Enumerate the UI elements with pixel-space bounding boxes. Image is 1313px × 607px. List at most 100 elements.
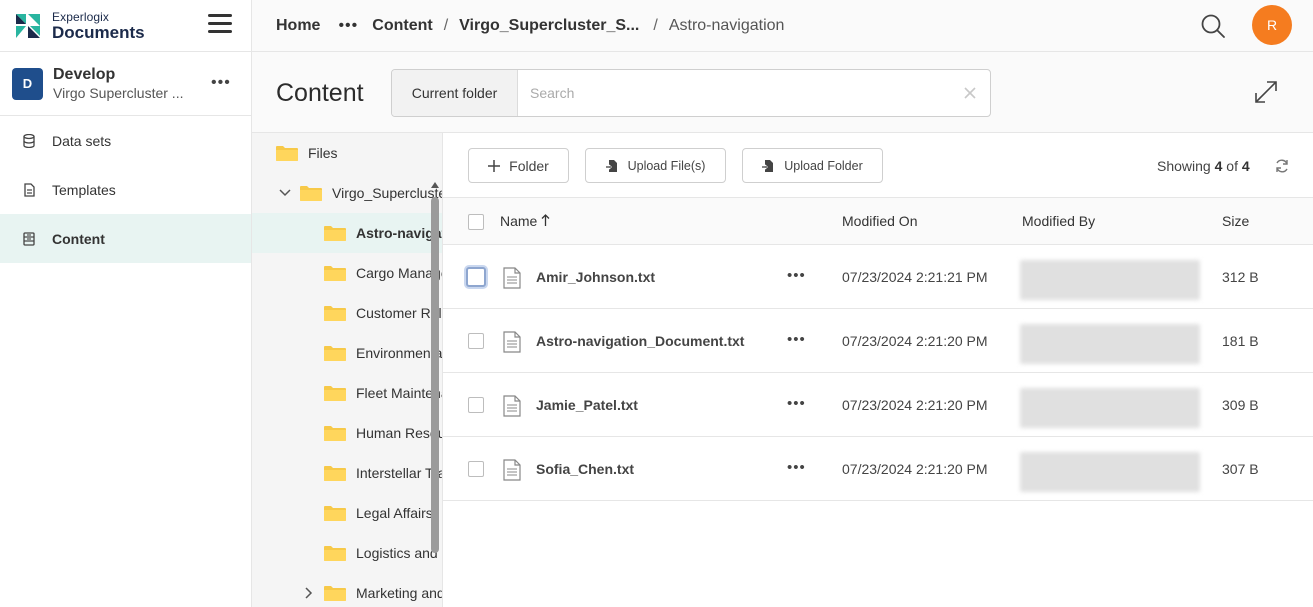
modified-on: 07/23/2024 2:21:20 PM — [842, 333, 988, 349]
expand-icon[interactable] — [1252, 78, 1280, 106]
row-checkbox[interactable] — [468, 461, 484, 477]
tree-label: Files — [308, 145, 338, 161]
tree-item-files[interactable]: Files — [252, 133, 442, 173]
text-file-icon — [503, 267, 521, 289]
breadcrumb-home[interactable]: Home — [276, 17, 320, 35]
nav-item-content[interactable]: Content — [0, 214, 251, 263]
refresh-icon[interactable] — [1274, 158, 1290, 174]
top-bar: Home ••• Content / Virgo_Supercluster_S.… — [252, 0, 1313, 52]
scroll-up-arrow-icon[interactable] — [431, 181, 439, 189]
tree-scrollbar-thumb[interactable] — [431, 197, 439, 553]
row-more-button[interactable]: ••• — [787, 267, 806, 284]
document-icon — [22, 182, 36, 198]
table-row[interactable]: Jamie_Patel.txt ••• 07/23/2024 2:21:20 P… — [443, 373, 1313, 437]
nav-label: Templates — [52, 181, 116, 198]
file-name[interactable]: Jamie_Patel.txt — [536, 397, 638, 413]
tree-label: Environmental Systems — [356, 345, 443, 361]
button-label: Folder — [509, 157, 549, 174]
folder-icon — [276, 146, 298, 161]
tree-item-fleet-maintenance[interactable]: Fleet Maintenance — [252, 373, 442, 413]
brand-line1: Experlogix — [52, 9, 110, 24]
breadcrumb-supercluster[interactable]: Virgo_Supercluster_S... — [459, 17, 639, 35]
modified-on: 07/23/2024 2:21:20 PM — [842, 397, 988, 413]
page-title: Content — [276, 79, 364, 107]
button-label: Upload Folder — [784, 158, 863, 173]
text-file-icon — [503, 331, 521, 353]
folder-icon — [300, 186, 322, 201]
tree-item-marketing[interactable]: Marketing and Sales — [252, 573, 442, 607]
user-avatar[interactable]: R — [1252, 5, 1292, 45]
sidebar: Experlogix Documents D Develop Virgo Sup… — [0, 0, 252, 607]
upload-files-button[interactable]: Upload File(s) — [585, 148, 726, 183]
file-name[interactable]: Sofia_Chen.txt — [536, 461, 634, 477]
project-switcher[interactable]: D Develop Virgo Supercluster ... ••• — [0, 52, 251, 116]
column-header-size[interactable]: Size — [1222, 213, 1249, 229]
breadcrumb-separator: / — [653, 16, 658, 34]
folder-icon — [324, 346, 346, 361]
project-subtitle: Virgo Supercluster ... — [53, 85, 184, 101]
chevron-down-icon[interactable] — [278, 186, 292, 200]
text-file-icon — [503, 459, 521, 481]
brand-line2: Documents — [52, 22, 145, 42]
column-header-modified-by[interactable]: Modified By — [1022, 213, 1095, 229]
folder-icon — [324, 426, 346, 441]
select-all-checkbox[interactable] — [468, 214, 484, 230]
tree-item-cargo-management[interactable]: Cargo Management — [252, 253, 442, 293]
tree-item-supercluster[interactable]: Virgo_Supercluster_Systems — [252, 173, 442, 213]
folder-icon — [324, 226, 346, 241]
column-header-name[interactable]: Name — [500, 213, 550, 229]
folder-icon — [324, 386, 346, 401]
table-row[interactable]: Sofia_Chen.txt ••• 07/23/2024 2:21:20 PM… — [443, 437, 1313, 501]
file-name[interactable]: Amir_Johnson.txt — [536, 269, 655, 285]
folder-tree: Files Virgo_Supercluster_Systems Astro-n… — [252, 133, 443, 607]
tree-label: Cargo Management — [356, 265, 442, 281]
clear-search-icon[interactable] — [950, 70, 990, 116]
tree-item-astro-navigation[interactable]: Astro-navigation — [252, 213, 442, 253]
table-row[interactable]: Amir_Johnson.txt ••• 07/23/2024 2:21:21 … — [443, 245, 1313, 309]
project-more-button[interactable]: ••• — [211, 74, 231, 92]
project-badge: D — [12, 67, 43, 100]
tree-item-customer-relations[interactable]: Customer Relations — [252, 293, 442, 333]
tree-item-legal-affairs[interactable]: Legal Affairs — [252, 493, 442, 533]
hamburger-menu-icon[interactable] — [208, 14, 232, 36]
folder-icon — [324, 466, 346, 481]
row-more-button[interactable]: ••• — [787, 459, 806, 476]
row-more-button[interactable]: ••• — [787, 331, 806, 348]
folder-icon — [324, 266, 346, 281]
row-checkbox[interactable] — [468, 333, 484, 349]
table-row[interactable]: Astro-navigation_Document.txt ••• 07/23/… — [443, 309, 1313, 373]
file-size: 181 B — [1222, 333, 1259, 349]
nav-item-templates[interactable]: Templates — [0, 165, 251, 214]
search-icon[interactable] — [1200, 13, 1226, 39]
plus-icon — [488, 159, 501, 172]
new-folder-button[interactable]: Folder — [468, 148, 569, 183]
tree-label: Interstellar Trade — [356, 465, 442, 481]
row-checkbox[interactable] — [468, 397, 484, 413]
tree-label: Human Resources — [356, 425, 442, 441]
breadcrumb-ellipsis[interactable]: ••• — [338, 17, 358, 35]
search-input[interactable] — [518, 70, 950, 116]
row-more-button[interactable]: ••• — [787, 395, 806, 412]
modified-by-redacted — [1020, 452, 1200, 492]
text-file-icon — [503, 395, 521, 417]
upload-folder-button[interactable]: Upload Folder — [742, 148, 883, 183]
file-name[interactable]: Astro-navigation_Document.txt — [536, 333, 744, 349]
tree-item-logistics[interactable]: Logistics and Supply — [252, 533, 442, 573]
nav-item-data-sets[interactable]: Data sets — [0, 116, 251, 165]
folder-icon — [324, 586, 346, 601]
breadcrumb-content[interactable]: Content — [372, 17, 432, 35]
project-name: Develop — [53, 66, 116, 83]
nav-label: Content — [52, 230, 105, 247]
tree-item-human-resources[interactable]: Human Resources — [252, 413, 442, 453]
table-header: Name Modified On Modified By Size — [443, 197, 1313, 245]
row-checkbox[interactable] — [466, 267, 486, 287]
tree-label: Marketing and Sales — [356, 585, 443, 601]
chevron-right-icon[interactable] — [302, 586, 316, 600]
folder-icon — [324, 506, 346, 521]
breadcrumb-separator: / — [443, 16, 449, 34]
tree-item-environmental[interactable]: Environmental Systems — [252, 333, 442, 373]
logo-row: Experlogix Documents — [0, 0, 251, 52]
tree-item-interstellar[interactable]: Interstellar Trade — [252, 453, 442, 493]
search-scope-button[interactable]: Current folder — [392, 70, 518, 116]
column-header-modified-on[interactable]: Modified On — [842, 213, 917, 229]
